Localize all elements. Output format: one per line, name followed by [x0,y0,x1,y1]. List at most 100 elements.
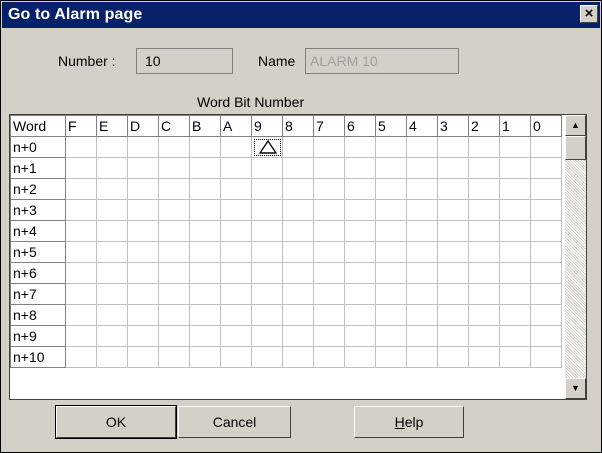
bit-cell[interactable] [344,157,376,179]
bit-cell[interactable] [282,304,314,326]
bit-cell[interactable] [158,325,190,347]
bit-cell[interactable] [468,346,500,368]
bit-cell[interactable] [468,304,500,326]
bit-cell[interactable] [96,241,128,263]
bit-cell[interactable] [468,157,500,179]
bit-cell[interactable] [220,157,252,179]
bit-cell[interactable] [282,136,314,158]
bit-cell[interactable] [251,178,283,200]
bit-cell[interactable] [220,325,252,347]
bit-cell[interactable] [530,325,562,347]
bit-cell[interactable] [251,325,283,347]
bit-cell[interactable] [220,220,252,242]
number-field[interactable]: 10 [136,48,233,74]
bit-cell[interactable] [344,304,376,326]
bit-cell[interactable] [251,346,283,368]
bit-cell[interactable] [406,220,438,242]
bit-cell[interactable] [468,178,500,200]
bit-cell[interactable] [220,304,252,326]
scroll-down-button[interactable]: ▼ [565,378,586,399]
bit-cell[interactable] [282,220,314,242]
bit-cell[interactable] [375,304,407,326]
bit-cell[interactable] [96,178,128,200]
bit-cell[interactable] [127,178,159,200]
bit-cell[interactable] [344,262,376,284]
bit-cell[interactable] [468,220,500,242]
bit-cell[interactable] [189,199,221,221]
bit-cell[interactable] [158,157,190,179]
bit-cell[interactable] [158,283,190,305]
bit-cell[interactable] [375,262,407,284]
bit-cell[interactable] [406,199,438,221]
bit-cell[interactable] [437,346,469,368]
bit-cell[interactable] [220,199,252,221]
bit-cell[interactable] [251,304,283,326]
bit-cell[interactable] [189,346,221,368]
bit-cell[interactable] [344,220,376,242]
bit-cell[interactable] [96,157,128,179]
bit-cell[interactable] [530,136,562,158]
bit-cell[interactable] [437,199,469,221]
bit-cell[interactable] [344,136,376,158]
close-button[interactable]: × [580,5,598,23]
bit-cell[interactable] [220,283,252,305]
bit-cell[interactable] [530,241,562,263]
bit-cell[interactable] [499,262,531,284]
bit-cell[interactable] [96,304,128,326]
bit-cell[interactable] [127,157,159,179]
bit-cell[interactable] [375,136,407,158]
bit-cell[interactable] [251,283,283,305]
bit-cell[interactable] [96,220,128,242]
bit-cell[interactable] [375,157,407,179]
bit-cell[interactable] [344,346,376,368]
bit-cell[interactable] [189,220,221,242]
bit-cell[interactable] [127,220,159,242]
bit-cell[interactable] [437,136,469,158]
bit-cell[interactable] [375,325,407,347]
bit-cell[interactable] [499,199,531,221]
bit-cell[interactable] [313,220,345,242]
bit-cell[interactable] [313,346,345,368]
bit-cell[interactable] [313,262,345,284]
bit-cell[interactable] [282,157,314,179]
bit-cell[interactable] [499,283,531,305]
bit-cell[interactable] [375,178,407,200]
bit-cell[interactable] [127,283,159,305]
bit-cell[interactable] [437,178,469,200]
bit-cell[interactable] [499,241,531,263]
help-button[interactable]: Help [354,406,464,438]
title-bar[interactable]: Go to Alarm page × [2,2,600,28]
bit-cell[interactable] [158,178,190,200]
bit-cell[interactable] [127,262,159,284]
bit-cell[interactable] [251,241,283,263]
bit-cell[interactable] [158,304,190,326]
bit-cell[interactable] [251,220,283,242]
bit-cell-marked[interactable] [251,136,283,158]
bit-cell[interactable] [344,178,376,200]
bit-cell[interactable] [406,325,438,347]
bit-cell[interactable] [468,283,500,305]
bit-cell[interactable] [127,304,159,326]
bit-cell[interactable] [127,199,159,221]
bit-cell[interactable] [96,325,128,347]
bit-cell[interactable] [158,262,190,284]
bit-cell[interactable] [437,283,469,305]
bit-cell[interactable] [468,241,500,263]
bit-cell[interactable] [65,157,97,179]
scroll-up-button[interactable]: ▲ [565,115,586,136]
bit-cell[interactable] [158,346,190,368]
bit-cell[interactable] [313,325,345,347]
bit-cell[interactable] [65,241,97,263]
bit-cell[interactable] [220,241,252,263]
bit-cell[interactable] [499,178,531,200]
vertical-scrollbar[interactable]: ▲ ▼ [565,115,586,399]
bit-cell[interactable] [530,178,562,200]
bit-cell[interactable] [499,346,531,368]
bit-cell[interactable] [499,136,531,158]
bit-cell[interactable] [65,346,97,368]
bit-cell[interactable] [437,262,469,284]
ok-button[interactable]: OK [55,405,177,439]
bit-cell[interactable] [313,283,345,305]
bit-cell[interactable] [530,304,562,326]
bit-cell[interactable] [468,136,500,158]
